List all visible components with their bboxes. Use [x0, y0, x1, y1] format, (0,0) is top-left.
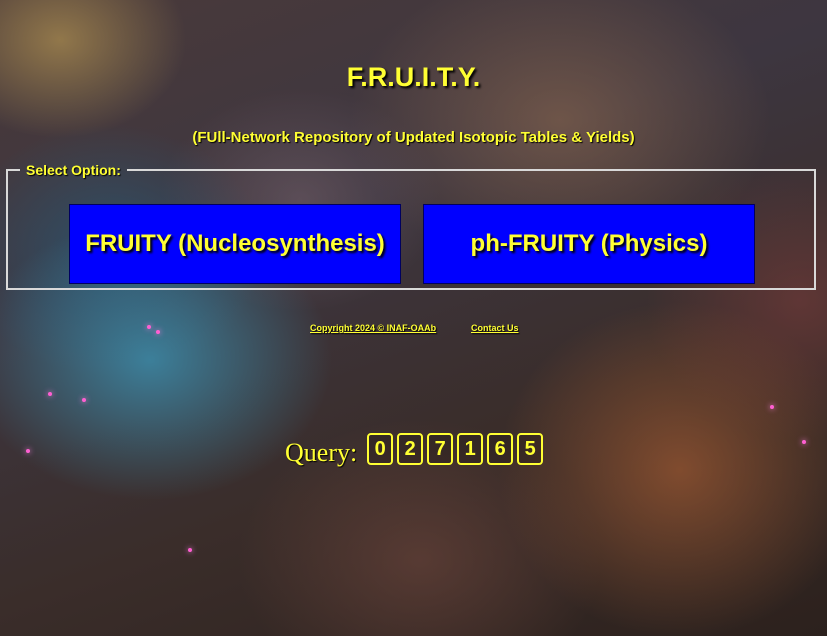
counter-digit: 0	[367, 433, 394, 465]
select-option-legend: Select Option:	[26, 162, 121, 178]
star	[802, 440, 806, 444]
contact-us-link[interactable]: Contact Us	[471, 323, 519, 333]
counter-digit: 6	[487, 433, 514, 465]
counter-digit: 1	[457, 433, 484, 465]
copyright-link[interactable]: Copyright 2024 © INAF-OAAb	[310, 323, 436, 333]
query-counter: Query: 0 2 7 1 6 5	[285, 430, 547, 468]
star	[48, 392, 52, 396]
page-subtitle: (FUll-Network Repository of Updated Isot…	[192, 129, 635, 146]
ph-fruity-physics-button[interactable]: ph-FRUITY (Physics)	[423, 204, 755, 284]
star	[82, 398, 86, 402]
star	[26, 449, 30, 453]
star	[147, 325, 151, 329]
counter-digit: 7	[427, 433, 454, 465]
query-label: Query:	[285, 438, 358, 467]
star	[770, 405, 774, 409]
counter-digit: 5	[517, 433, 544, 465]
fruity-nucleosynthesis-button[interactable]: FRUITY (Nucleosynthesis)	[69, 204, 401, 284]
star	[188, 548, 192, 552]
counter-digit: 2	[397, 433, 424, 465]
star	[156, 330, 160, 334]
page-title: F.R.U.I.T.Y.	[346, 62, 481, 92]
